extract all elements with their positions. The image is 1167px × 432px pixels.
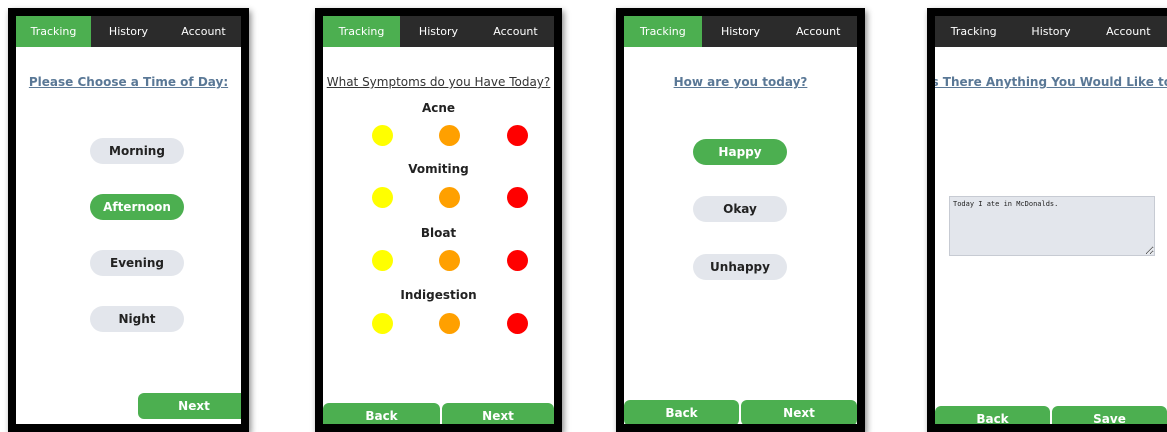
morning-button[interactable]: Morning	[90, 138, 184, 164]
next-button[interactable]: Next	[138, 393, 241, 419]
symptom-label-vomiting: Vomiting	[408, 162, 469, 176]
bloat-severe-dot[interactable]	[507, 250, 528, 271]
tab-tracking[interactable]: Tracking	[323, 16, 400, 47]
indigestion-severe-dot[interactable]	[507, 313, 528, 334]
bloat-moderate-dot[interactable]	[439, 250, 460, 271]
indigestion-mild-dot[interactable]	[372, 313, 393, 334]
page-title: Is There Anything You Would Like to Add?	[935, 75, 1167, 89]
indigestion-moderate-dot[interactable]	[439, 313, 460, 334]
tab-history[interactable]: History	[91, 16, 166, 47]
symptoms-screen: Tracking History Account What Symptoms d…	[323, 16, 554, 424]
vomiting-moderate-dot[interactable]	[439, 187, 460, 208]
acne-mild-dot[interactable]	[372, 125, 393, 146]
unhappy-button[interactable]: Unhappy	[693, 254, 787, 280]
next-button[interactable]: Next	[442, 403, 554, 424]
tab-account[interactable]: Account	[477, 16, 554, 47]
symptom-label-acne: Acne	[421, 101, 456, 115]
notes-textarea[interactable]: Today I ate in McDonalds.	[949, 196, 1155, 256]
tab-history[interactable]: History	[1012, 16, 1089, 47]
acne-moderate-dot[interactable]	[439, 125, 460, 146]
tab-account[interactable]: Account	[779, 16, 857, 47]
back-button[interactable]: Back	[624, 400, 739, 424]
top-nav: Tracking History Account	[624, 16, 857, 47]
page-title: What Symptoms do you Have Today?	[326, 75, 551, 89]
back-button[interactable]: Back	[935, 406, 1050, 424]
symptom-label-indigestion: Indigestion	[400, 288, 477, 302]
page-title: Please Choose a Time of Day:	[28, 75, 229, 89]
tab-history[interactable]: History	[702, 16, 780, 47]
page-title: How are you today?	[673, 75, 808, 89]
notes-screen: Tracking History Account Is There Anythi…	[935, 16, 1167, 424]
tab-tracking[interactable]: Tracking	[624, 16, 702, 47]
time-of-day-screen: Tracking History Account Please Choose a…	[16, 16, 241, 424]
top-nav: Tracking History Account	[935, 16, 1167, 47]
phone-frame-symptoms: Tracking History Account What Symptoms d…	[315, 8, 562, 432]
afternoon-button[interactable]: Afternoon	[90, 194, 184, 220]
tab-tracking[interactable]: Tracking	[935, 16, 1012, 47]
bloat-mild-dot[interactable]	[372, 250, 393, 271]
next-button[interactable]: Next	[741, 400, 857, 424]
save-button[interactable]: Save	[1052, 406, 1167, 424]
evening-button[interactable]: Evening	[90, 250, 184, 276]
okay-button[interactable]: Okay	[693, 196, 787, 222]
phone-frame-mood: Tracking History Account How are you tod…	[616, 8, 865, 432]
top-nav: Tracking History Account	[323, 16, 554, 47]
back-button[interactable]: Back	[323, 403, 440, 424]
vomiting-mild-dot[interactable]	[372, 187, 393, 208]
tab-account[interactable]: Account	[1090, 16, 1167, 47]
tab-account[interactable]: Account	[166, 16, 241, 47]
night-button[interactable]: Night	[90, 306, 184, 332]
top-nav: Tracking History Account	[16, 16, 241, 47]
tab-history[interactable]: History	[400, 16, 477, 47]
vomiting-severe-dot[interactable]	[507, 187, 528, 208]
phone-frame-notes: Tracking History Account Is There Anythi…	[927, 8, 1167, 432]
mood-screen: Tracking History Account How are you tod…	[624, 16, 857, 424]
symptom-label-bloat: Bloat	[420, 226, 457, 240]
tab-tracking[interactable]: Tracking	[16, 16, 91, 47]
happy-button[interactable]: Happy	[693, 139, 787, 165]
phone-frame-time-of-day: Tracking History Account Please Choose a…	[8, 8, 249, 432]
acne-severe-dot[interactable]	[507, 125, 528, 146]
